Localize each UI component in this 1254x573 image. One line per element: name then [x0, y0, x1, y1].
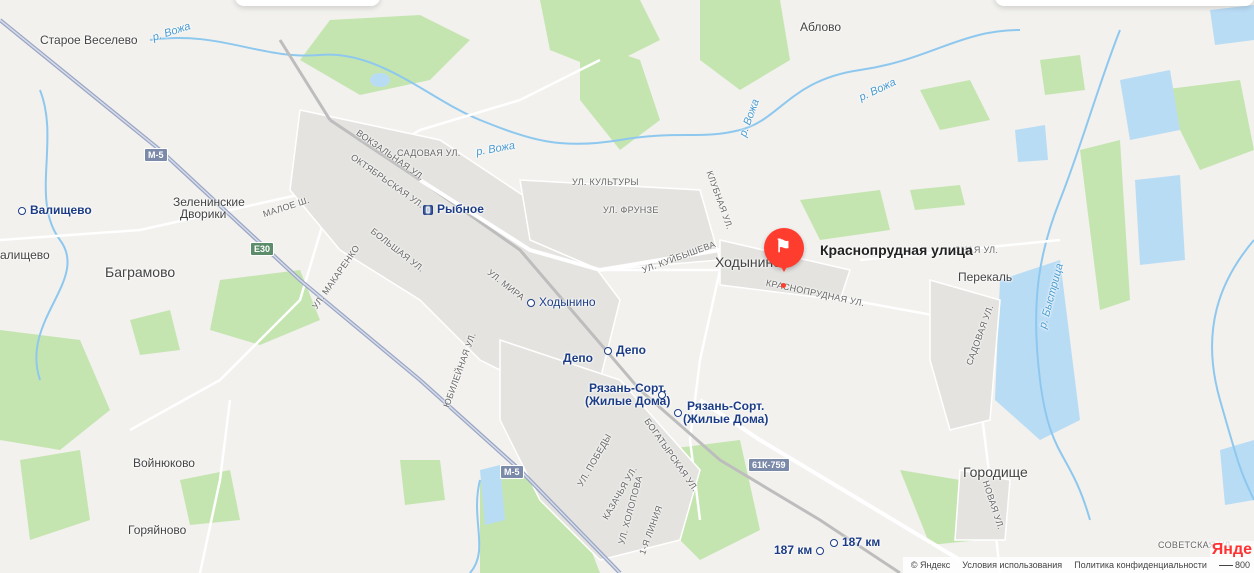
- town-label-goryainovo: Горяйново: [128, 523, 187, 537]
- station-icon: [604, 346, 612, 355]
- station-icon: [658, 387, 670, 401]
- town-label-perekal: Перекаль: [958, 270, 1013, 284]
- street-label-kultury: ул. Культуры: [572, 177, 639, 187]
- town-label-valishchevo: алищево: [0, 248, 50, 262]
- town-label-staroe-veselevo: Старое Веселево: [40, 33, 138, 47]
- signpost-icon: ⚑: [775, 236, 792, 256]
- station-icon: [816, 546, 825, 555]
- road-badge-m5-bottom: M-5: [500, 465, 524, 479]
- town-label-voynyukovo: Войнюково: [133, 456, 195, 470]
- station-depo-right[interactable]: Депо: [604, 343, 646, 357]
- top-right-panel[interactable]: [995, 0, 1254, 6]
- street-label-sadovaya: Садовая ул.: [397, 148, 461, 158]
- town-label-dvoriki: Дворики: [180, 207, 227, 221]
- station-rybnoe[interactable]: ▯ Рыбное: [423, 202, 484, 216]
- road-badge-m5-top: M-5: [144, 148, 168, 162]
- town-label-gorodishche: Городище: [963, 464, 1028, 480]
- station-icon: [830, 538, 838, 547]
- copyright-link[interactable]: © Яндекс: [911, 560, 950, 570]
- town-label-ablovo: Аблово: [800, 20, 842, 34]
- street-label-frunze: ул. Фрунзе: [603, 205, 659, 215]
- town-label-bagramovo: Баграмово: [105, 264, 176, 280]
- station-icon: [527, 298, 535, 307]
- pin-label: Краснопрудная улица: [820, 242, 973, 258]
- train-station-icon: ▯: [423, 204, 433, 215]
- station-ryazan-sort-2[interactable]: Рязань-Сорт. (Жилые Дома): [683, 400, 768, 426]
- pin-point: [781, 283, 786, 288]
- station-icon: [18, 206, 26, 215]
- station-187km-right[interactable]: 187 км: [830, 535, 880, 549]
- top-left-panel[interactable]: [235, 0, 380, 6]
- road-badge-e30: E30: [250, 242, 275, 256]
- terms-link[interactable]: Условия использования: [962, 560, 1062, 570]
- road-badge-61k: 61К-759: [748, 458, 790, 472]
- station-khodynino[interactable]: Ходынино: [527, 295, 596, 309]
- station-depo-left[interactable]: Депо: [563, 351, 593, 365]
- map-canvas[interactable]: Старое Веселево Аблово Зеленинские Двори…: [0, 0, 1254, 573]
- scale-indicator: 800: [1218, 560, 1250, 570]
- location-pin[interactable]: ⚑: [764, 228, 804, 272]
- station-187km-left[interactable]: 187 км: [774, 543, 828, 557]
- privacy-link[interactable]: Политика конфиденциальности: [1074, 560, 1207, 570]
- station-valishchevo[interactable]: Валищево: [18, 203, 92, 217]
- map-footer: © Яндекс Условия использования Политика …: [902, 557, 1254, 573]
